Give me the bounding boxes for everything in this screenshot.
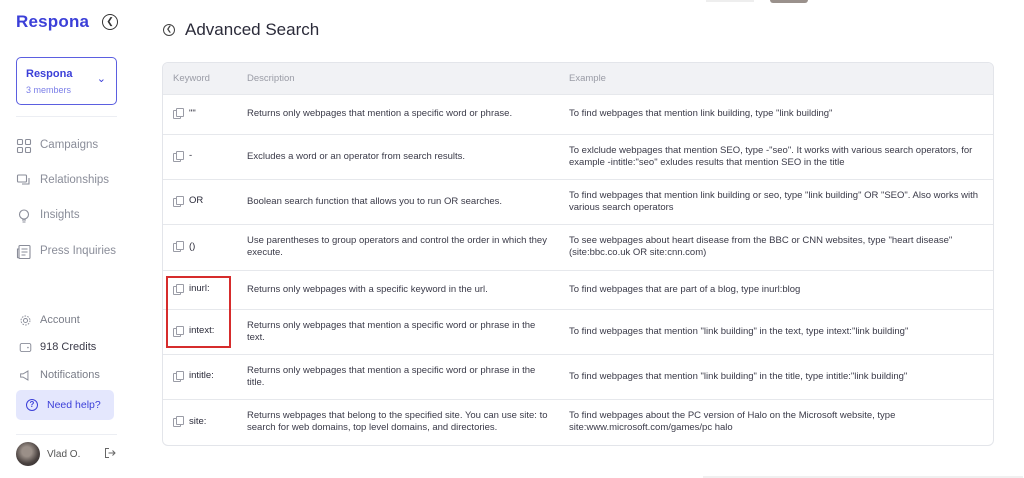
table-row: () Use parentheses to group operators an… <box>163 223 993 270</box>
copy-icon[interactable] <box>173 195 184 207</box>
keyword-text: site: <box>189 415 207 427</box>
example-cell: To find webpages that mention "link buil… <box>559 353 993 399</box>
avatar[interactable] <box>16 442 40 466</box>
table-row: "" Returns only webpages that mention a … <box>163 93 993 134</box>
description-cell: Excludes a word or an operator from sear… <box>237 133 559 179</box>
keyword-text: "" <box>189 107 196 119</box>
question-icon: ? <box>26 399 38 411</box>
keyword-cell[interactable]: inurl: <box>163 269 237 309</box>
need-help-button[interactable]: ? Need help? <box>16 390 114 420</box>
sidebar-item-press-inquiries[interactable]: Press Inquiries <box>16 242 126 262</box>
megaphone-icon <box>20 370 29 381</box>
copy-icon[interactable] <box>173 150 184 162</box>
newspaper-icon <box>16 244 31 260</box>
keyword-cell[interactable]: intitle: <box>163 353 237 399</box>
table-row: inurl: Returns only webpages with a spec… <box>163 269 993 309</box>
lightbulb-icon <box>18 209 30 223</box>
table-header-row: Keyword Description Example <box>163 63 993 94</box>
keyword-text: () <box>189 240 196 252</box>
logout-icon[interactable] <box>104 447 116 459</box>
copy-icon[interactable] <box>173 370 184 382</box>
sidebar-item-label: Insights <box>40 209 80 221</box>
example-cell: To find webpages that are part of a blog… <box>559 269 993 309</box>
description-cell: Returns only webpages that mention a spe… <box>237 93 559 134</box>
sidebar-item-insights[interactable]: Insights <box>16 206 126 226</box>
description-cell: Returns only webpages with a specific ke… <box>237 269 559 309</box>
keyword-text: OR <box>189 195 204 207</box>
copy-icon[interactable] <box>173 283 184 295</box>
copy-icon[interactable] <box>173 241 184 253</box>
wallet-icon <box>19 342 32 353</box>
chat-icon <box>16 174 30 185</box>
example-cell: To exlclude webpages that mention SEO, t… <box>559 133 993 179</box>
table-row: intitle: Returns only webpages that ment… <box>163 353 993 399</box>
user-name: Vlad O. <box>47 449 81 460</box>
main-content: ❮ Advanced Search Keyword Description Ex… <box>132 0 1024 478</box>
operators-table: Keyword Description Example "" Returns o… <box>162 62 994 446</box>
team-members: 3 members <box>26 85 72 95</box>
keyword-cell[interactable]: intext: <box>163 308 237 354</box>
description-cell: Use parentheses to group operators and c… <box>237 223 559 270</box>
table-row: OR Boolean search function that allows y… <box>163 178 993 224</box>
divider <box>16 434 117 435</box>
table-row: site: Returns webpages that belong to th… <box>163 398 993 445</box>
keyword-cell[interactable]: - <box>163 133 237 179</box>
example-cell: To see webpages about heart disease from… <box>559 223 993 270</box>
top-decor <box>770 0 808 3</box>
sidebar-item-label: Relationships <box>40 174 110 186</box>
table-row: intext: Returns only webpages that menti… <box>163 308 993 354</box>
keyword-cell[interactable]: OR <box>163 178 237 224</box>
sidebar-item-credits[interactable]: 918 Credits <box>16 338 126 358</box>
collapse-sidebar-icon[interactable]: ❮ <box>102 14 118 30</box>
copy-icon[interactable] <box>173 108 184 120</box>
example-cell: To find webpages about the PC version of… <box>559 398 993 445</box>
back-arrow-icon[interactable]: ❮ <box>163 24 175 36</box>
description-cell: Returns only webpages that mention a spe… <box>237 308 559 354</box>
logo[interactable]: Respona <box>16 12 89 32</box>
description-cell: Boolean search function that allows you … <box>237 178 559 224</box>
team-selector[interactable]: Respona 3 members ⌄ <box>16 57 117 105</box>
keyword-text: intitle: <box>189 370 214 382</box>
top-decor <box>706 0 754 2</box>
keyword-text: inurl: <box>189 283 210 295</box>
gear-icon <box>20 315 31 326</box>
example-cell: To find webpages that mention link build… <box>559 178 993 224</box>
user-row: Vlad O. <box>16 442 126 468</box>
example-cell: To find webpages that mention link build… <box>559 93 993 134</box>
column-header-example: Example <box>569 72 606 84</box>
example-cell: To find webpages that mention "link buil… <box>559 308 993 354</box>
sidebar: Respona ❮ Respona 3 members ⌄ Campaigns … <box>0 0 132 478</box>
page-title: Advanced Search <box>185 20 320 39</box>
sidebar-item-label: Press Inquiries <box>40 245 117 257</box>
keyword-text: intext: <box>189 325 215 337</box>
column-header-description: Description <box>247 72 295 84</box>
grid-icon <box>16 138 32 154</box>
need-help-label: Need help? <box>47 399 101 411</box>
sidebar-item-label: Campaigns <box>40 139 99 151</box>
keyword-cell[interactable]: "" <box>163 93 237 134</box>
description-cell: Returns webpages that belong to the spec… <box>237 398 559 445</box>
copy-icon[interactable] <box>173 416 184 428</box>
chevron-down-icon: ⌄ <box>96 73 106 85</box>
copy-icon[interactable] <box>173 325 184 337</box>
divider <box>16 116 117 117</box>
sidebar-item-relationships[interactable]: Relationships <box>16 171 126 191</box>
keyword-text: - <box>189 150 193 162</box>
sidebar-item-campaigns[interactable]: Campaigns <box>16 136 126 156</box>
team-name: Respona <box>26 68 73 80</box>
sidebar-item-label: Notifications <box>40 369 100 381</box>
keyword-cell[interactable]: () <box>163 223 237 270</box>
sidebar-item-notifications[interactable]: Notifications <box>16 366 126 386</box>
column-header-keyword: Keyword <box>173 72 210 84</box>
description-cell: Returns only webpages that mention a spe… <box>237 353 559 399</box>
sidebar-item-account[interactable]: Account <box>16 311 126 331</box>
sidebar-item-label: Account <box>40 314 80 326</box>
table-row: - Excludes a word or an operator from se… <box>163 133 993 179</box>
sidebar-item-label: 918 Credits <box>40 341 97 353</box>
keyword-cell[interactable]: site: <box>163 398 237 445</box>
